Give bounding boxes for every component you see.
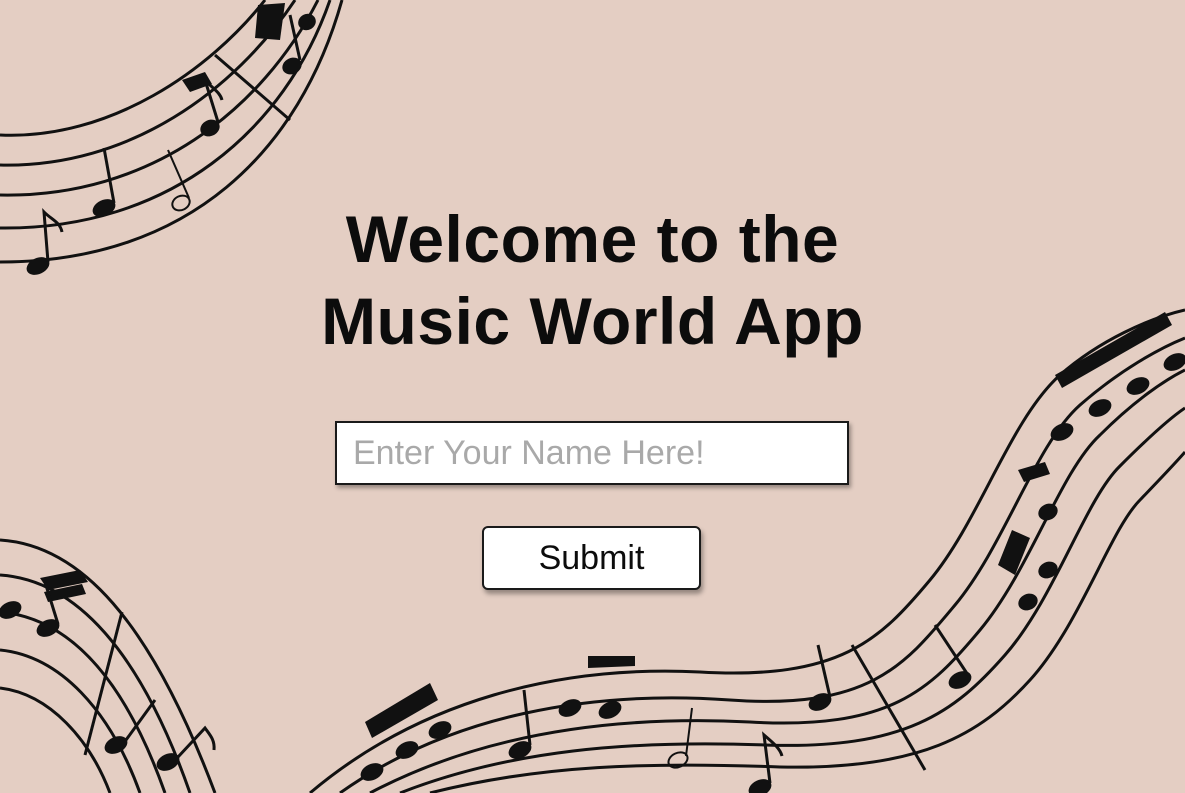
name-input[interactable] bbox=[335, 421, 849, 485]
page-title-line-2: Music World App bbox=[321, 284, 864, 358]
page-title: Welcome to the Music World App bbox=[0, 198, 1185, 362]
submit-button[interactable]: Submit bbox=[482, 526, 701, 590]
music-staff-decoration bbox=[0, 0, 1185, 793]
music-staff-bottom-right-icon bbox=[309, 308, 1185, 793]
page-title-line-1: Welcome to the bbox=[345, 202, 840, 276]
music-staff-bottom-left-icon bbox=[0, 538, 217, 793]
